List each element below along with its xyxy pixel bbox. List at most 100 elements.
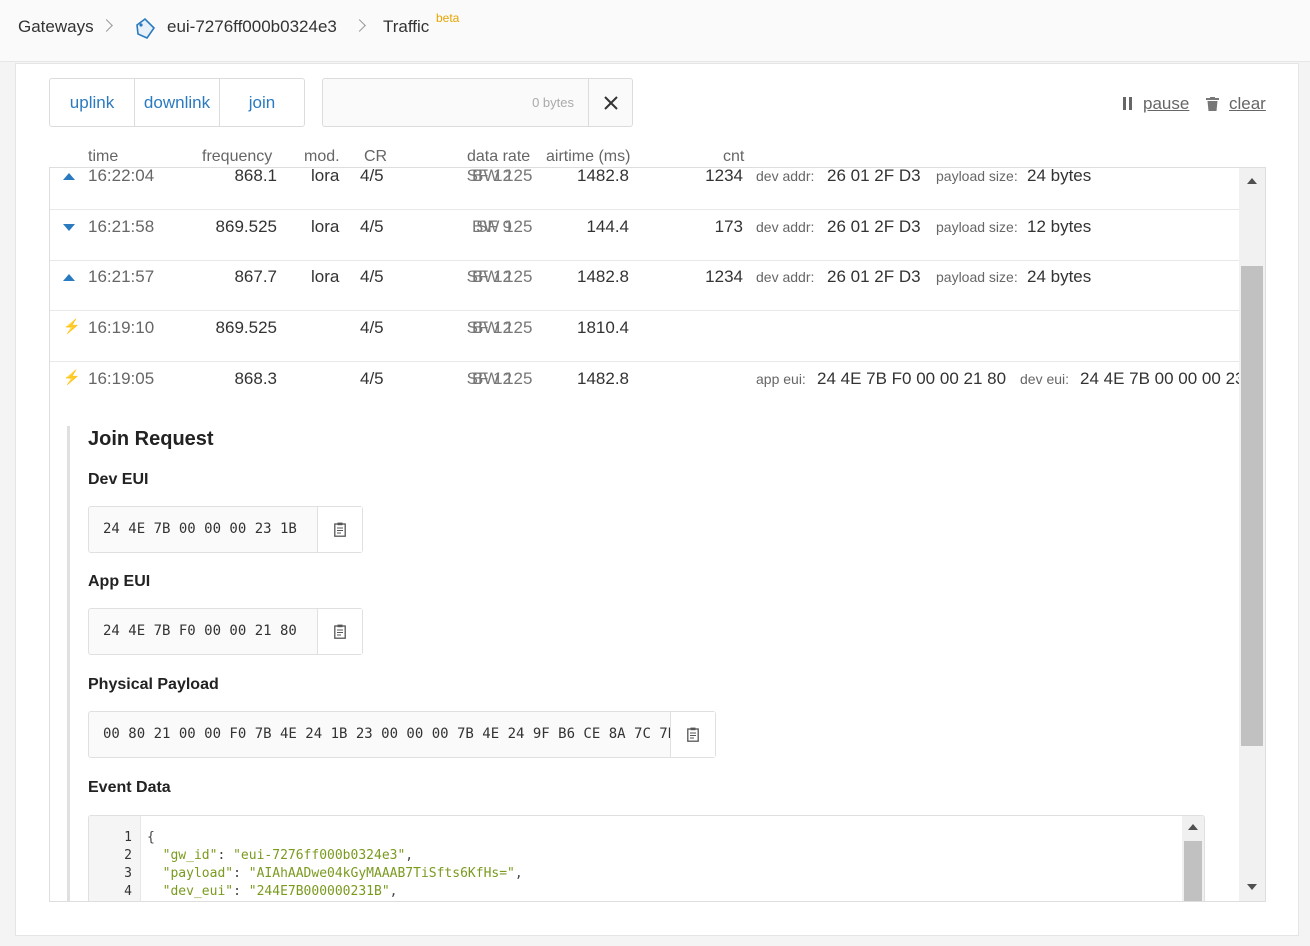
dev-addr-label: dev addr: xyxy=(756,269,815,285)
beta-badge: beta xyxy=(436,11,460,25)
dev-addr-value: 26 01 2F D3 xyxy=(827,217,921,236)
clear-filter-button[interactable] xyxy=(588,79,632,126)
bw-cell: BW 125 xyxy=(472,369,533,388)
event-data-title: Event Data xyxy=(88,779,171,796)
filter-uplink-button[interactable]: uplink xyxy=(50,79,135,126)
airtime-cell: 1482.8 xyxy=(577,267,629,286)
uplink-icon xyxy=(63,274,75,281)
clipboard-icon xyxy=(687,727,699,742)
airtime-cell: 1810.4 xyxy=(577,318,629,337)
cnt-cell: 173 xyxy=(714,217,743,236)
trash-icon[interactable] xyxy=(1206,97,1219,111)
code-line: "payload": "AIAhAADwe04kGyMAAAB7TiSfts6K… xyxy=(162,866,523,881)
pause-icon[interactable] xyxy=(1123,97,1133,110)
join-request-details: Join Request Dev EUI 24 4E 7B 00 00 00 2… xyxy=(67,426,1237,901)
payload-field: 00 80 21 00 00 F0 7B 4E 24 1B 23 00 00 0… xyxy=(88,711,716,758)
line-number: 1 xyxy=(124,830,132,845)
dev-addr-label: dev addr: xyxy=(756,219,815,235)
scroll-up-icon[interactable] xyxy=(1188,824,1198,830)
code-line: "dev_eui": "244E7B000000231B", xyxy=(162,884,398,899)
cnt-cell: 1234 xyxy=(705,167,743,185)
app-eui-label: app eui: xyxy=(756,371,806,387)
column-time: time xyxy=(88,148,119,165)
column-cr: CR xyxy=(364,148,388,165)
close-icon xyxy=(603,95,618,110)
app-eui-title: App EUI xyxy=(88,573,151,590)
column-data-rate: data rate xyxy=(467,148,531,165)
dev-eui-field: 24 4E 7B 00 00 00 23 1B xyxy=(88,506,363,553)
payload-size-label: payload size: xyxy=(936,269,1018,285)
airtime-cell: 144.4 xyxy=(586,217,629,236)
modulation-cell: lora xyxy=(311,267,340,286)
cr-cell: 4/5 xyxy=(360,167,384,185)
code-line: { xyxy=(147,830,155,845)
cnt-cell: 1234 xyxy=(705,267,743,286)
copy-app-eui-button[interactable] xyxy=(317,609,362,654)
traffic-list: 16:22:04 868.1 lora 4/5 SF 12 BW 125 148… xyxy=(49,167,1266,902)
table-row[interactable]: 16:21:57 867.7 lora 4/5 SF 12 BW 125 148… xyxy=(50,260,1239,311)
downlink-icon xyxy=(63,224,75,231)
table-row-expanded[interactable]: ⚡ 16:19:05 868.3 4/5 SF 12 BW 125 1482.8… xyxy=(50,362,1265,413)
message-type-filter: uplink downlink join xyxy=(49,78,305,127)
filter-join-button[interactable]: join xyxy=(220,79,304,126)
time-cell: 16:21:58 xyxy=(88,217,155,236)
frequency-cell: 869.525 xyxy=(215,318,277,337)
copy-dev-eui-button[interactable] xyxy=(317,507,362,552)
code-line: "gw_id": "eui-7276ff000b0324e3", xyxy=(162,848,414,863)
app-eui-code[interactable]: 24 4E 7B F0 00 00 21 80 xyxy=(103,623,297,639)
list-scrollbar-thumb[interactable] xyxy=(1241,266,1263,746)
breadcrumb-traffic: Traffic xyxy=(383,17,430,36)
dev-eui-code[interactable]: 24 4E 7B 00 00 00 23 1B xyxy=(103,521,297,537)
payload-code[interactable]: 00 80 21 00 00 F0 7B 4E 24 1B 23 00 00 0… xyxy=(103,726,676,742)
app-eui-field: 24 4E 7B F0 00 00 21 80 xyxy=(88,608,363,655)
time-cell: 16:22:04 xyxy=(88,167,155,185)
copy-payload-button[interactable] xyxy=(670,712,715,757)
airtime-cell: 1482.8 xyxy=(577,369,629,388)
breadcrumb-gateways[interactable]: Gateways xyxy=(18,17,94,37)
dev-eui-label: dev eui: xyxy=(1020,371,1070,387)
time-cell: 16:19:10 xyxy=(88,318,155,337)
dev-addr-value: 26 01 2F D3 xyxy=(827,267,921,286)
cr-cell: 4/5 xyxy=(360,217,384,236)
modulation-cell: lora xyxy=(311,167,340,185)
clipboard-icon xyxy=(334,522,346,537)
payload-size-value: 24 bytes xyxy=(1027,267,1092,286)
detail-title: Join Request xyxy=(88,428,214,450)
frequency-cell: 868.1 xyxy=(234,167,277,185)
column-modulation: mod. xyxy=(304,148,340,165)
gateway-icon xyxy=(136,17,156,39)
scroll-up-icon[interactable] xyxy=(1247,178,1257,184)
chevron-right-icon xyxy=(353,19,366,32)
line-number: 4 xyxy=(124,884,132,899)
frequency-cell: 868.3 xyxy=(234,369,277,388)
join-request-icon: ⚡ xyxy=(63,369,81,385)
time-cell: 16:21:57 xyxy=(88,267,155,286)
column-airtime: airtime (ms) xyxy=(546,148,631,165)
bw-cell: BW 125 xyxy=(472,318,533,337)
cr-cell: 4/5 xyxy=(360,267,384,286)
filter-downlink-button[interactable]: downlink xyxy=(135,79,220,126)
editor-scrollbar-thumb[interactable] xyxy=(1184,841,1202,901)
join-accept-icon: ⚡ xyxy=(63,318,81,334)
payload-size-value: 24 bytes xyxy=(1027,167,1092,185)
breadcrumb-gateway[interactable]: eui-7276ff000b0324e3 xyxy=(167,17,337,37)
pause-button[interactable]: pause xyxy=(1143,94,1189,114)
bw-cell: BW 125 xyxy=(472,167,533,185)
chevron-right-icon xyxy=(100,19,113,32)
cr-cell: 4/5 xyxy=(360,369,384,388)
editor-scrollbar[interactable] xyxy=(1182,816,1204,901)
scroll-down-icon[interactable] xyxy=(1247,884,1257,890)
dev-addr-label: dev addr: xyxy=(756,168,815,184)
table-row[interactable]: ⚡ 16:19:10 869.525 4/5 SF 12 BW 125 1810… xyxy=(50,311,1239,362)
table-row[interactable]: 16:21:58 869.525 lora 4/5 SF 9 BW 125 14… xyxy=(50,210,1239,261)
airtime-cell: 1482.8 xyxy=(577,167,629,185)
line-number: 2 xyxy=(124,848,132,863)
uplink-icon xyxy=(63,173,75,180)
payload-title: Physical Payload xyxy=(88,676,219,693)
clipboard-icon xyxy=(334,624,346,639)
dev-addr-value: 26 01 2F D3 xyxy=(827,167,921,185)
clear-button[interactable]: clear xyxy=(1229,94,1266,114)
list-scrollbar[interactable] xyxy=(1239,168,1265,901)
event-data-editor[interactable]: 1 2 3 4 { "gw_id": "eui-7276ff000b0324e3… xyxy=(88,815,1205,901)
table-row[interactable]: 16:22:04 868.1 lora 4/5 SF 12 BW 125 148… xyxy=(50,167,1239,210)
